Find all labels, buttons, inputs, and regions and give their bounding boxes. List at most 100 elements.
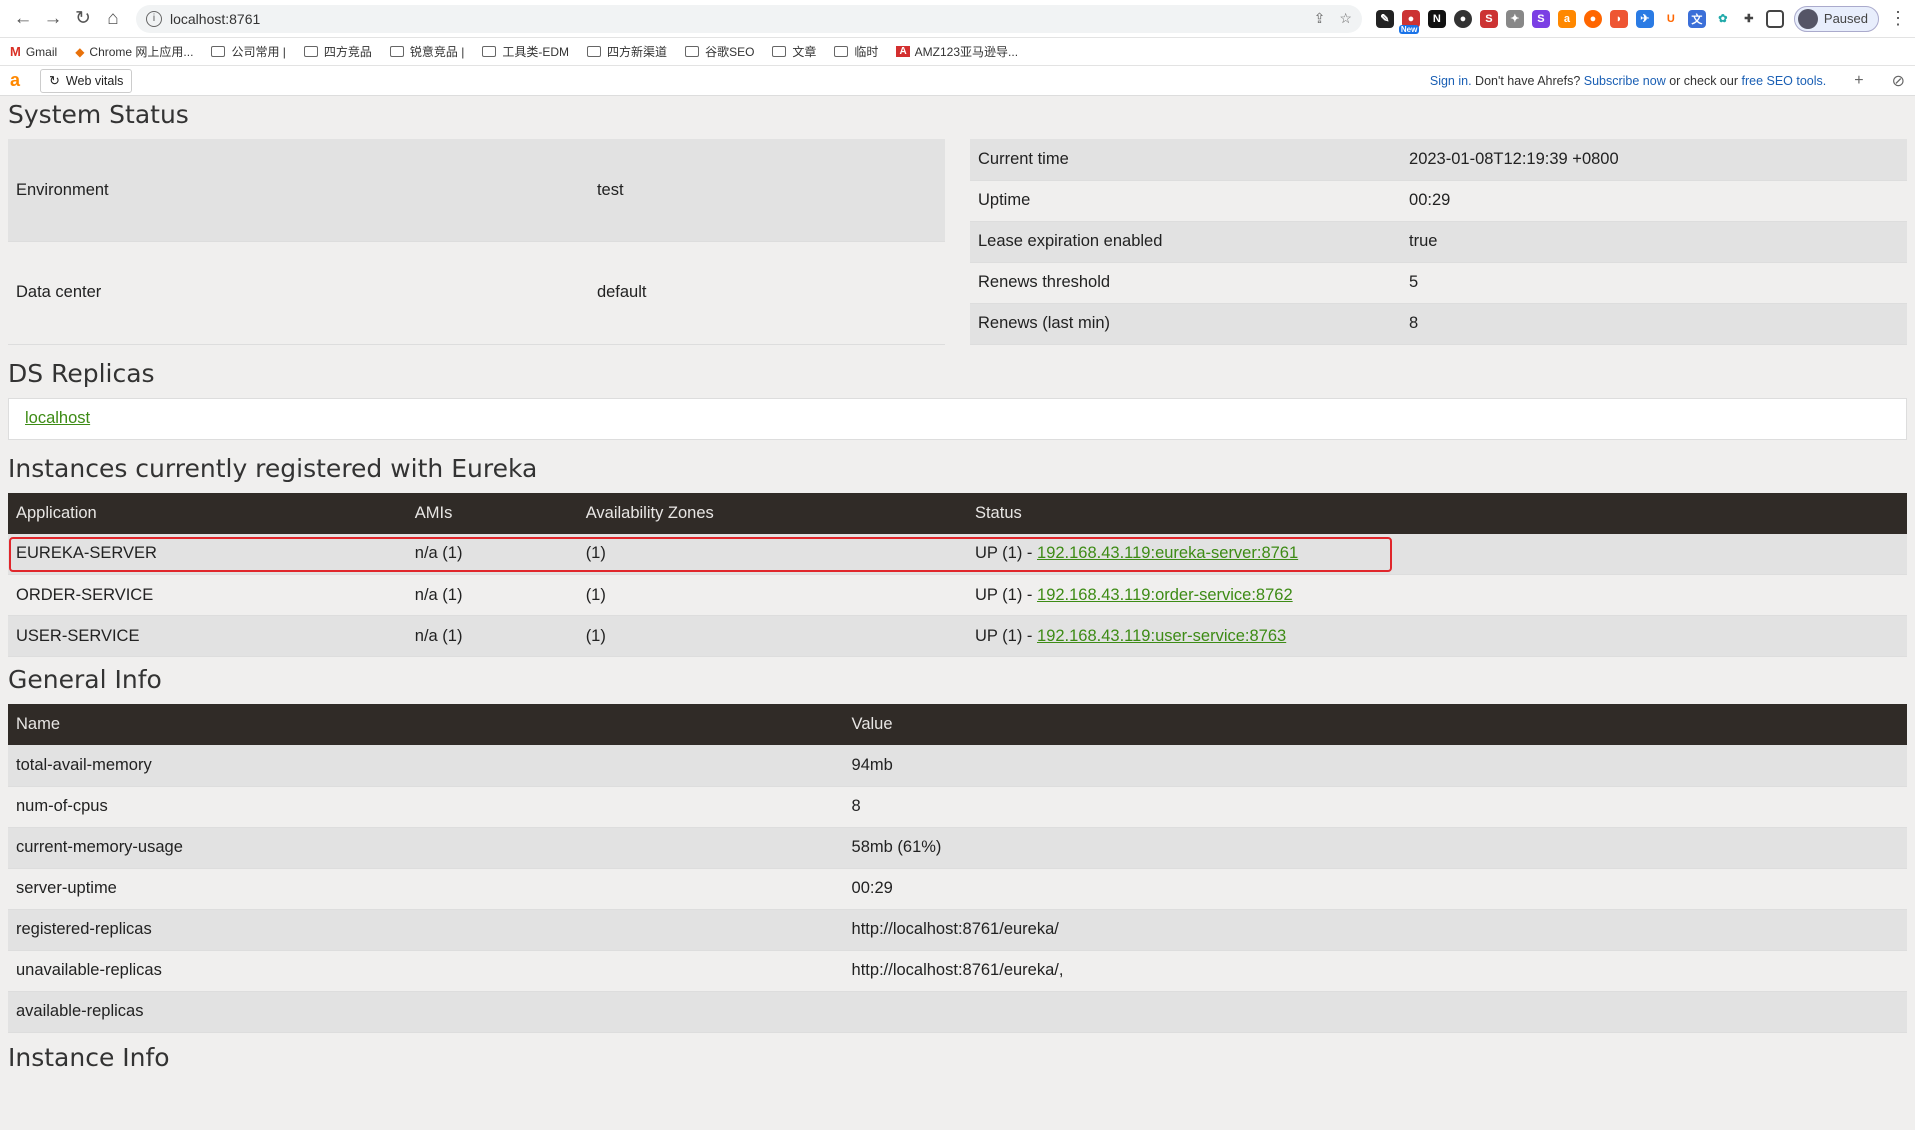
chrome-store-icon: ◆ [75, 44, 85, 59]
translate-icon[interactable]: 文 [1687, 9, 1706, 28]
bookmark-item[interactable]: 临时 [834, 43, 878, 60]
instance-link[interactable]: 192.168.43.119:user-service:8763 [1037, 627, 1286, 645]
bookmark-item[interactable]: 四方新渠道 [587, 43, 667, 60]
status-key: Lease expiration enabled [970, 221, 1402, 263]
subscribe-link[interactable]: Subscribe now [1584, 74, 1666, 88]
status-row: Renews (last min) 8 [970, 303, 1907, 345]
bookmark-label: 谷歌SEO [705, 45, 755, 59]
info-row: unavailable-replicas http://localhost:876… [8, 950, 1907, 992]
bookmark-item[interactable]: M Gmail [10, 44, 57, 59]
bookmark-item[interactable]: 公司常用 | [211, 43, 286, 60]
status-value: 5 [1401, 262, 1907, 304]
instance-row: ORDER-SERVICE n/a (1) (1) UP (1) - 192.168.… [8, 574, 1907, 616]
status-key: Renews threshold [970, 262, 1402, 304]
extension-icon[interactable]: ✎ [1375, 9, 1394, 28]
folder-icon [685, 46, 700, 57]
sign-in-link[interactable]: Sign in. [1430, 74, 1472, 88]
site-info-icon[interactable]: i [146, 10, 162, 27]
system-status-right-table: Current time 2023-01-08T12:19:39 +0800 Upt… [970, 139, 1907, 345]
profile-status: Paused [1823, 11, 1868, 26]
instances-title: Instances currently registered with Eure… [8, 453, 538, 483]
menu-icon[interactable]: ⋮ [1889, 8, 1907, 29]
back-icon[interactable]: ← [8, 4, 38, 34]
gmail-icon: M [10, 44, 21, 59]
browser-toolbar: ← → ↻ ⌂ i localhost:8761 ⇪ ☆ ✎ ● New N ● … [0, 0, 1915, 38]
status-key: Environment [8, 139, 589, 242]
column-header: Application [8, 492, 407, 534]
info-row: available-replicas [8, 991, 1907, 1033]
bookmark-label: 四方竞品 [323, 45, 372, 59]
instance-row: EUREKA-SERVER n/a (1) (1) UP (1) - 192.168.… [8, 533, 1907, 575]
extension-icon[interactable]: S [1479, 9, 1498, 28]
extension-icon[interactable]: S [1531, 9, 1550, 28]
status-key: Data center [8, 241, 589, 345]
status-prefix: UP (1) - [974, 544, 1038, 563]
bookmark-label: 公司常用 | [231, 45, 286, 59]
bookmark-item[interactable]: 工具类-EDM [482, 43, 569, 60]
column-header: Name [8, 704, 844, 745]
bookmark-label: AMZ123亚马逊导... [914, 45, 1019, 59]
status-row: Current time 2023-01-08T12:19:39 +0800 [970, 139, 1907, 181]
plus-icon[interactable]: + [1854, 72, 1863, 90]
bookmark-label: 四方新渠道 [607, 45, 668, 59]
info-name: current-memory-usage [8, 827, 844, 869]
status-value: 00:29 [1401, 180, 1907, 222]
sidepanel-icon[interactable] [1765, 9, 1784, 28]
extension-icon[interactable]: ● [1583, 9, 1602, 28]
ahrefs-logo[interactable]: a [10, 70, 20, 91]
puzzle-icon[interactable]: ✚ [1739, 9, 1758, 28]
zones-value: (1) [577, 615, 967, 657]
bookmark-item[interactable]: 锐意竞品 | [389, 43, 465, 60]
instance-row: USER-SERVICE n/a (1) (1) UP (1) - 192.168.4… [8, 615, 1907, 657]
info-value: 94mb [843, 745, 1907, 787]
web-vitals-button[interactable]: ↻ Web vitals [40, 68, 133, 93]
extension-icon[interactable]: ✦ [1505, 9, 1524, 28]
bookmark-star-icon[interactable]: ☆ [1339, 10, 1352, 27]
bookmark-label: 锐意竞品 | [409, 45, 465, 59]
bookmark-label: 文章 [792, 45, 817, 59]
extension-icon[interactable]: ● [1453, 9, 1472, 28]
status-prefix: UP (1) - [974, 585, 1038, 604]
bookmark-item[interactable]: 四方竞品 [303, 43, 372, 60]
extension-icon[interactable]: ● New [1398, 9, 1420, 34]
column-header: Availability Zones [577, 492, 967, 534]
extension-icon[interactable]: ✿ [1713, 9, 1732, 28]
web-vitals-label: Web vitals [65, 73, 124, 88]
block-icon[interactable]: ⊘ [1892, 71, 1905, 91]
folder-icon [211, 46, 226, 57]
status-value: test [588, 139, 945, 242]
notion-icon[interactable]: N [1427, 9, 1446, 28]
general-info-table: Name Value total-avail-memory 94mb num-of-c… [8, 704, 1907, 1033]
extension-icon[interactable]: ✈ [1635, 9, 1654, 28]
column-header: Status [966, 492, 1907, 534]
free-seo-tools-link[interactable]: free SEO tools. [1741, 74, 1826, 88]
status-cell: UP (1) - 192.168.43.119:order-service:87… [966, 574, 1907, 616]
status-value: true [1401, 221, 1907, 263]
amis-value: n/a (1) [406, 533, 578, 575]
extension-icon[interactable]: ◗ [1609, 9, 1628, 28]
bookmark-item[interactable]: 谷歌SEO [685, 43, 754, 60]
instance-link[interactable]: 192.168.43.119:eureka-server:8761 [1037, 544, 1298, 562]
zones-value: (1) [577, 533, 967, 575]
home-icon[interactable]: ⌂ [98, 4, 128, 34]
bookmark-item[interactable]: A AMZ123亚马逊导... [896, 43, 1018, 60]
instance-info-title: Instance Info [8, 1042, 170, 1072]
status-key: Uptime [970, 180, 1402, 222]
extension-icon[interactable]: U [1661, 9, 1680, 28]
status-value: 8 [1401, 303, 1907, 345]
ahrefs-extension-icon[interactable]: a [1557, 9, 1576, 28]
address-bar[interactable]: i localhost:8761 ⇪ ☆ [136, 4, 1362, 33]
reload-icon[interactable]: ↻ [68, 4, 98, 34]
replica-link[interactable]: localhost [25, 409, 90, 428]
eureka-dashboard: System Status Environment test Data center… [0, 100, 1915, 1072]
share-icon[interactable]: ⇪ [1314, 10, 1326, 27]
forward-icon[interactable]: → [38, 4, 68, 34]
application-name: USER-SERVICE [8, 615, 407, 657]
bookmark-item[interactable]: ◆ Chrome 网上应用... [75, 43, 193, 60]
profile-button[interactable]: Paused [1793, 5, 1879, 32]
instance-link[interactable]: 192.168.43.119:order-service:8762 [1037, 586, 1293, 604]
column-header: Value [843, 704, 1907, 745]
status-row: Environment test [8, 139, 945, 242]
bookmark-item[interactable]: 文章 [772, 43, 816, 60]
folder-icon [772, 46, 787, 57]
